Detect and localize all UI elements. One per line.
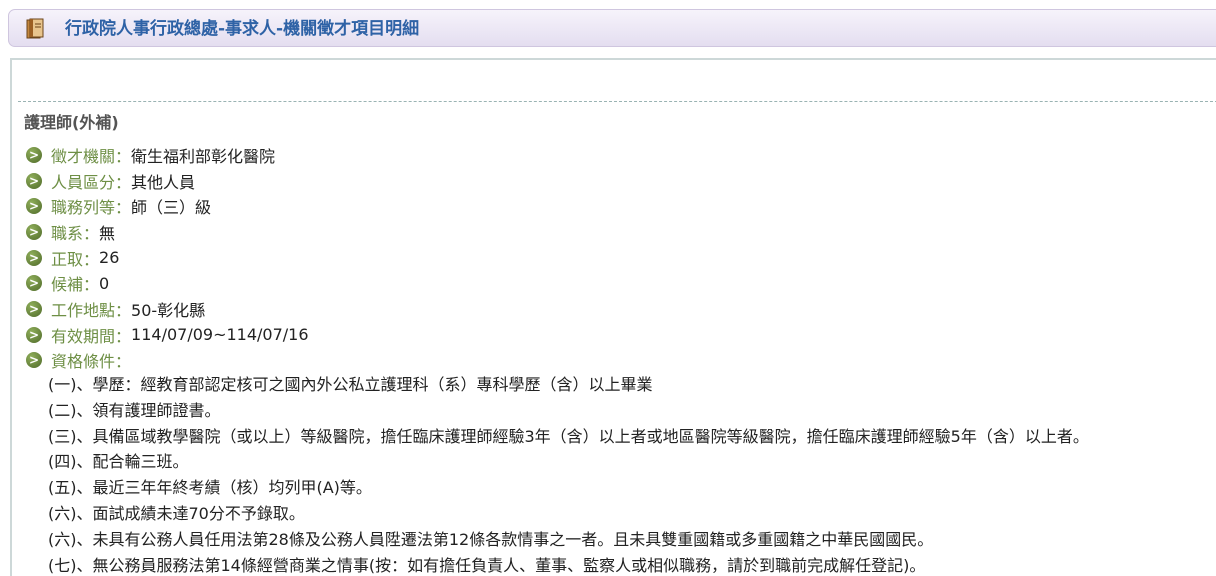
field-row-location: > 工作地點 ： 50-彰化縣 <box>26 296 309 322</box>
field-separator: ： <box>83 223 100 243</box>
field-separator: ： <box>115 146 132 166</box>
page: 行政院人事行政總處-事求人-機關徵才項目明細 護理師(外補) > 徵才機關 ： … <box>0 0 1216 576</box>
qualification-item: (三)、具備區域教學醫院（或以上）等級醫院，擔任臨床護理師經驗3年（含）以上者或… <box>48 426 1089 446</box>
book-icon <box>26 18 44 39</box>
chevron-right-icon: > <box>26 223 42 240</box>
field-separator: ： <box>115 198 132 218</box>
field-value: 無 <box>99 223 116 243</box>
field-value: 50-彰化縣 <box>131 300 206 320</box>
field-value: 114/07/09~114/07/16 <box>131 325 309 345</box>
job-title: 護理師(外補) <box>24 113 119 132</box>
field-label: 人員區分 <box>51 172 116 192</box>
page-title: 行政院人事行政總處-事求人-機關徵才項目明細 <box>65 19 420 39</box>
field-label: 徵才機關 <box>51 146 116 166</box>
field-separator: ： <box>115 300 132 320</box>
field-row-series: > 職系 ： 無 <box>26 219 309 245</box>
field-row-personnel-type: > 人員區分 ： 其他人員 <box>26 168 309 194</box>
field-label: 職系 <box>51 223 84 243</box>
field-label: 資格條件 <box>51 352 116 372</box>
qualification-item: (一)、學歷：經教育部認定核可之國內外公私立護理科（系）專科學歷（含）以上畢業 <box>48 375 653 394</box>
chevron-right-icon: > <box>26 146 42 163</box>
field-label: 候補 <box>51 275 84 295</box>
field-row-admitted: > 正取 ： 26 <box>26 245 309 271</box>
field-row-qualifications: > 資格條件 ： <box>26 348 309 374</box>
chevron-right-icon: > <box>26 352 42 369</box>
qualification-item: (六)、面試成績未達70分不予錄取。 <box>48 503 305 523</box>
field-separator: ： <box>83 249 100 269</box>
field-separator: ： <box>83 275 100 295</box>
qualification-item: (二)、領有護理師證書。 <box>48 400 221 420</box>
field-label: 工作地點 <box>51 300 116 320</box>
field-value: 衛生福利部彰化醫院 <box>131 146 276 166</box>
field-label: 正取 <box>51 249 84 269</box>
field-list: > 徵才機關 ： 衛生福利部彰化醫院 > 人員區分 ： 其他人員 > 職務列等 … <box>26 142 309 373</box>
chevron-right-icon: > <box>26 249 42 266</box>
chevron-right-icon: > <box>26 172 42 189</box>
field-value: 師（三）級 <box>131 198 212 218</box>
chevron-right-icon: > <box>26 198 42 215</box>
field-separator: ： <box>115 326 132 346</box>
qualification-item: (六)、未具有公務人員任用法第28條及公務人員陞遷法第12條各款情事之一者。且未… <box>48 529 934 549</box>
field-value: 其他人員 <box>131 172 196 192</box>
chevron-right-icon: > <box>26 300 42 317</box>
qualification-item: (四)、配合輪三班。 <box>48 452 189 472</box>
field-separator: ： <box>115 172 132 192</box>
divider <box>18 101 1216 102</box>
header-bar: 行政院人事行政總處-事求人-機關徵才項目明細 <box>8 9 1216 47</box>
field-row-agency: > 徵才機關 ： 衛生福利部彰化醫院 <box>26 142 309 168</box>
field-value: 26 <box>99 248 120 268</box>
qualification-list: (一)、學歷：經教育部認定核可之國內外公私立護理科（系）專科學歷（含）以上畢業 … <box>48 372 1089 576</box>
field-row-validity: > 有效期間 ： 114/07/09~114/07/16 <box>26 322 309 348</box>
field-separator: ： <box>115 352 132 372</box>
field-label: 職務列等 <box>51 198 116 218</box>
qualification-item: (五)、最近三年年終考績（核）均列甲(A)等。 <box>48 478 372 498</box>
chevron-right-icon: > <box>26 275 42 292</box>
field-row-waitlist: > 候補 ： 0 <box>26 270 309 296</box>
field-value: 0 <box>99 273 110 293</box>
field-label: 有效期間 <box>51 326 116 346</box>
chevron-right-icon: > <box>26 326 42 343</box>
field-row-rank: > 職務列等 ： 師（三）級 <box>26 193 309 219</box>
qualification-item: (七)、無公務員服務法第14條經營商業之情事(按：如有擔任負責人、董事、監察人或… <box>48 555 926 575</box>
